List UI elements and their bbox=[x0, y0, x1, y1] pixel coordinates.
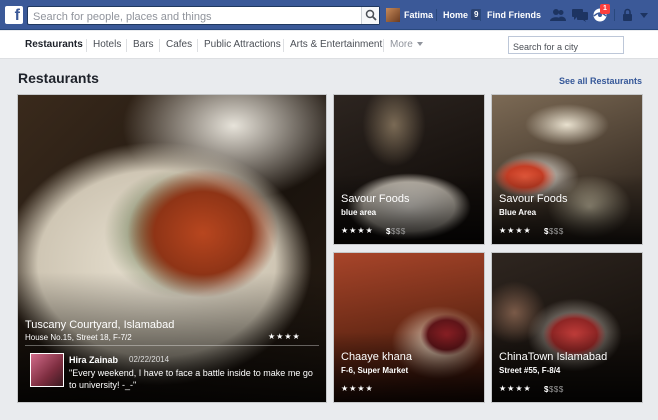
friend-requests-icon[interactable] bbox=[550, 8, 566, 22]
rating-stars: ★★★★ bbox=[499, 226, 532, 235]
city-search-box bbox=[508, 36, 624, 55]
user-avatar[interactable] bbox=[386, 8, 400, 22]
messages-icon[interactable] bbox=[572, 8, 588, 22]
city-search-input[interactable] bbox=[509, 39, 619, 55]
find-friends-link[interactable]: Find Friends bbox=[487, 0, 541, 30]
tab-divider bbox=[383, 39, 384, 52]
home-link[interactable]: Home 9 bbox=[443, 0, 482, 30]
see-all-restaurants-link[interactable]: See all Restaurants bbox=[559, 76, 642, 86]
restaurant-card-featured[interactable]: Tuscany Courtyard, Islamabad House No.15… bbox=[18, 95, 326, 402]
restaurant-name[interactable]: ChinaTown Islamabad bbox=[499, 351, 607, 363]
search-input[interactable] bbox=[28, 8, 358, 26]
tab-divider bbox=[283, 39, 284, 52]
restaurant-address: House No.15, Street 18, F-7/2 bbox=[25, 333, 132, 342]
restaurant-address: Street #55, F-8/4 bbox=[499, 366, 561, 375]
chevron-down-icon bbox=[416, 42, 423, 46]
rating-stars: ★★★★ bbox=[341, 226, 374, 235]
price-level: $$$$ bbox=[544, 385, 564, 394]
nav-divider bbox=[614, 9, 615, 21]
reviewer-avatar[interactable] bbox=[30, 353, 64, 387]
home-label: Home bbox=[443, 10, 469, 20]
rating-stars: ★★★★ bbox=[268, 332, 301, 341]
facebook-logo[interactable]: f bbox=[5, 6, 23, 24]
restaurant-card[interactable]: Savour Foods Blue Area ★★★★ $$$$ bbox=[492, 95, 642, 244]
tab-cafes[interactable]: Cafes bbox=[166, 31, 192, 59]
tab-divider bbox=[86, 39, 87, 52]
restaurant-address: Blue Area bbox=[499, 208, 537, 217]
profile-link[interactable]: Fatima bbox=[404, 0, 433, 30]
search-icon bbox=[365, 9, 377, 21]
nav-divider bbox=[480, 9, 481, 21]
more-dropdown[interactable]: More bbox=[390, 31, 423, 59]
search-box bbox=[27, 6, 380, 26]
restaurant-name[interactable]: Tuscany Courtyard, Islamabad bbox=[25, 319, 174, 331]
tab-bars[interactable]: Bars bbox=[133, 31, 154, 59]
review-text: "Every weekend, I have to face a battle … bbox=[69, 368, 313, 390]
restaurant-name[interactable]: Chaaye khana bbox=[341, 351, 412, 363]
search-button[interactable] bbox=[361, 7, 379, 24]
tab-divider bbox=[159, 39, 160, 52]
restaurant-card[interactable]: Savour Foods blue area ★★★★ $$$$ bbox=[334, 95, 484, 244]
nav-divider bbox=[436, 9, 437, 21]
tab-public-attractions[interactable]: Public Attractions bbox=[204, 31, 281, 59]
section-title: Restaurants bbox=[18, 70, 99, 86]
privacy-icon[interactable] bbox=[621, 8, 637, 22]
divider bbox=[25, 345, 319, 346]
restaurant-card[interactable]: ChinaTown Islamabad Street #55, F-8/4 ★★… bbox=[492, 253, 642, 402]
tab-hotels[interactable]: Hotels bbox=[93, 31, 121, 59]
restaurant-name[interactable]: Savour Foods bbox=[499, 193, 567, 205]
review-date: 02/22/2014 bbox=[129, 355, 170, 364]
rating-stars: ★★★★ bbox=[341, 384, 374, 393]
top-bar: f Fatima Home9 Find Friends 1 bbox=[0, 0, 658, 30]
tab-divider bbox=[197, 39, 198, 52]
more-label: More bbox=[390, 39, 413, 50]
restaurant-address: F-6, Super Market bbox=[341, 366, 409, 375]
category-tabs-bar: Restaurants Hotels Bars Cafes Public Att… bbox=[0, 31, 658, 59]
tab-divider bbox=[126, 39, 127, 52]
notification-count-badge: 1 bbox=[600, 4, 610, 14]
rating-stars: ★★★★ bbox=[499, 384, 532, 393]
restaurant-address: blue area bbox=[341, 208, 377, 217]
price-level: $$$$ bbox=[544, 227, 564, 236]
restaurant-name[interactable]: Savour Foods bbox=[341, 193, 409, 205]
restaurant-card[interactable]: Chaaye khana F-6, Super Market ★★★★ bbox=[334, 253, 484, 402]
tab-restaurants[interactable]: Restaurants bbox=[25, 31, 83, 59]
tab-arts-entertainment[interactable]: Arts & Entertainment bbox=[290, 31, 382, 59]
price-level: $$$$ bbox=[386, 227, 406, 236]
reviewer-name[interactable]: Hira Zainab bbox=[69, 355, 118, 365]
account-menu-chevron-down-icon[interactable] bbox=[638, 8, 650, 22]
